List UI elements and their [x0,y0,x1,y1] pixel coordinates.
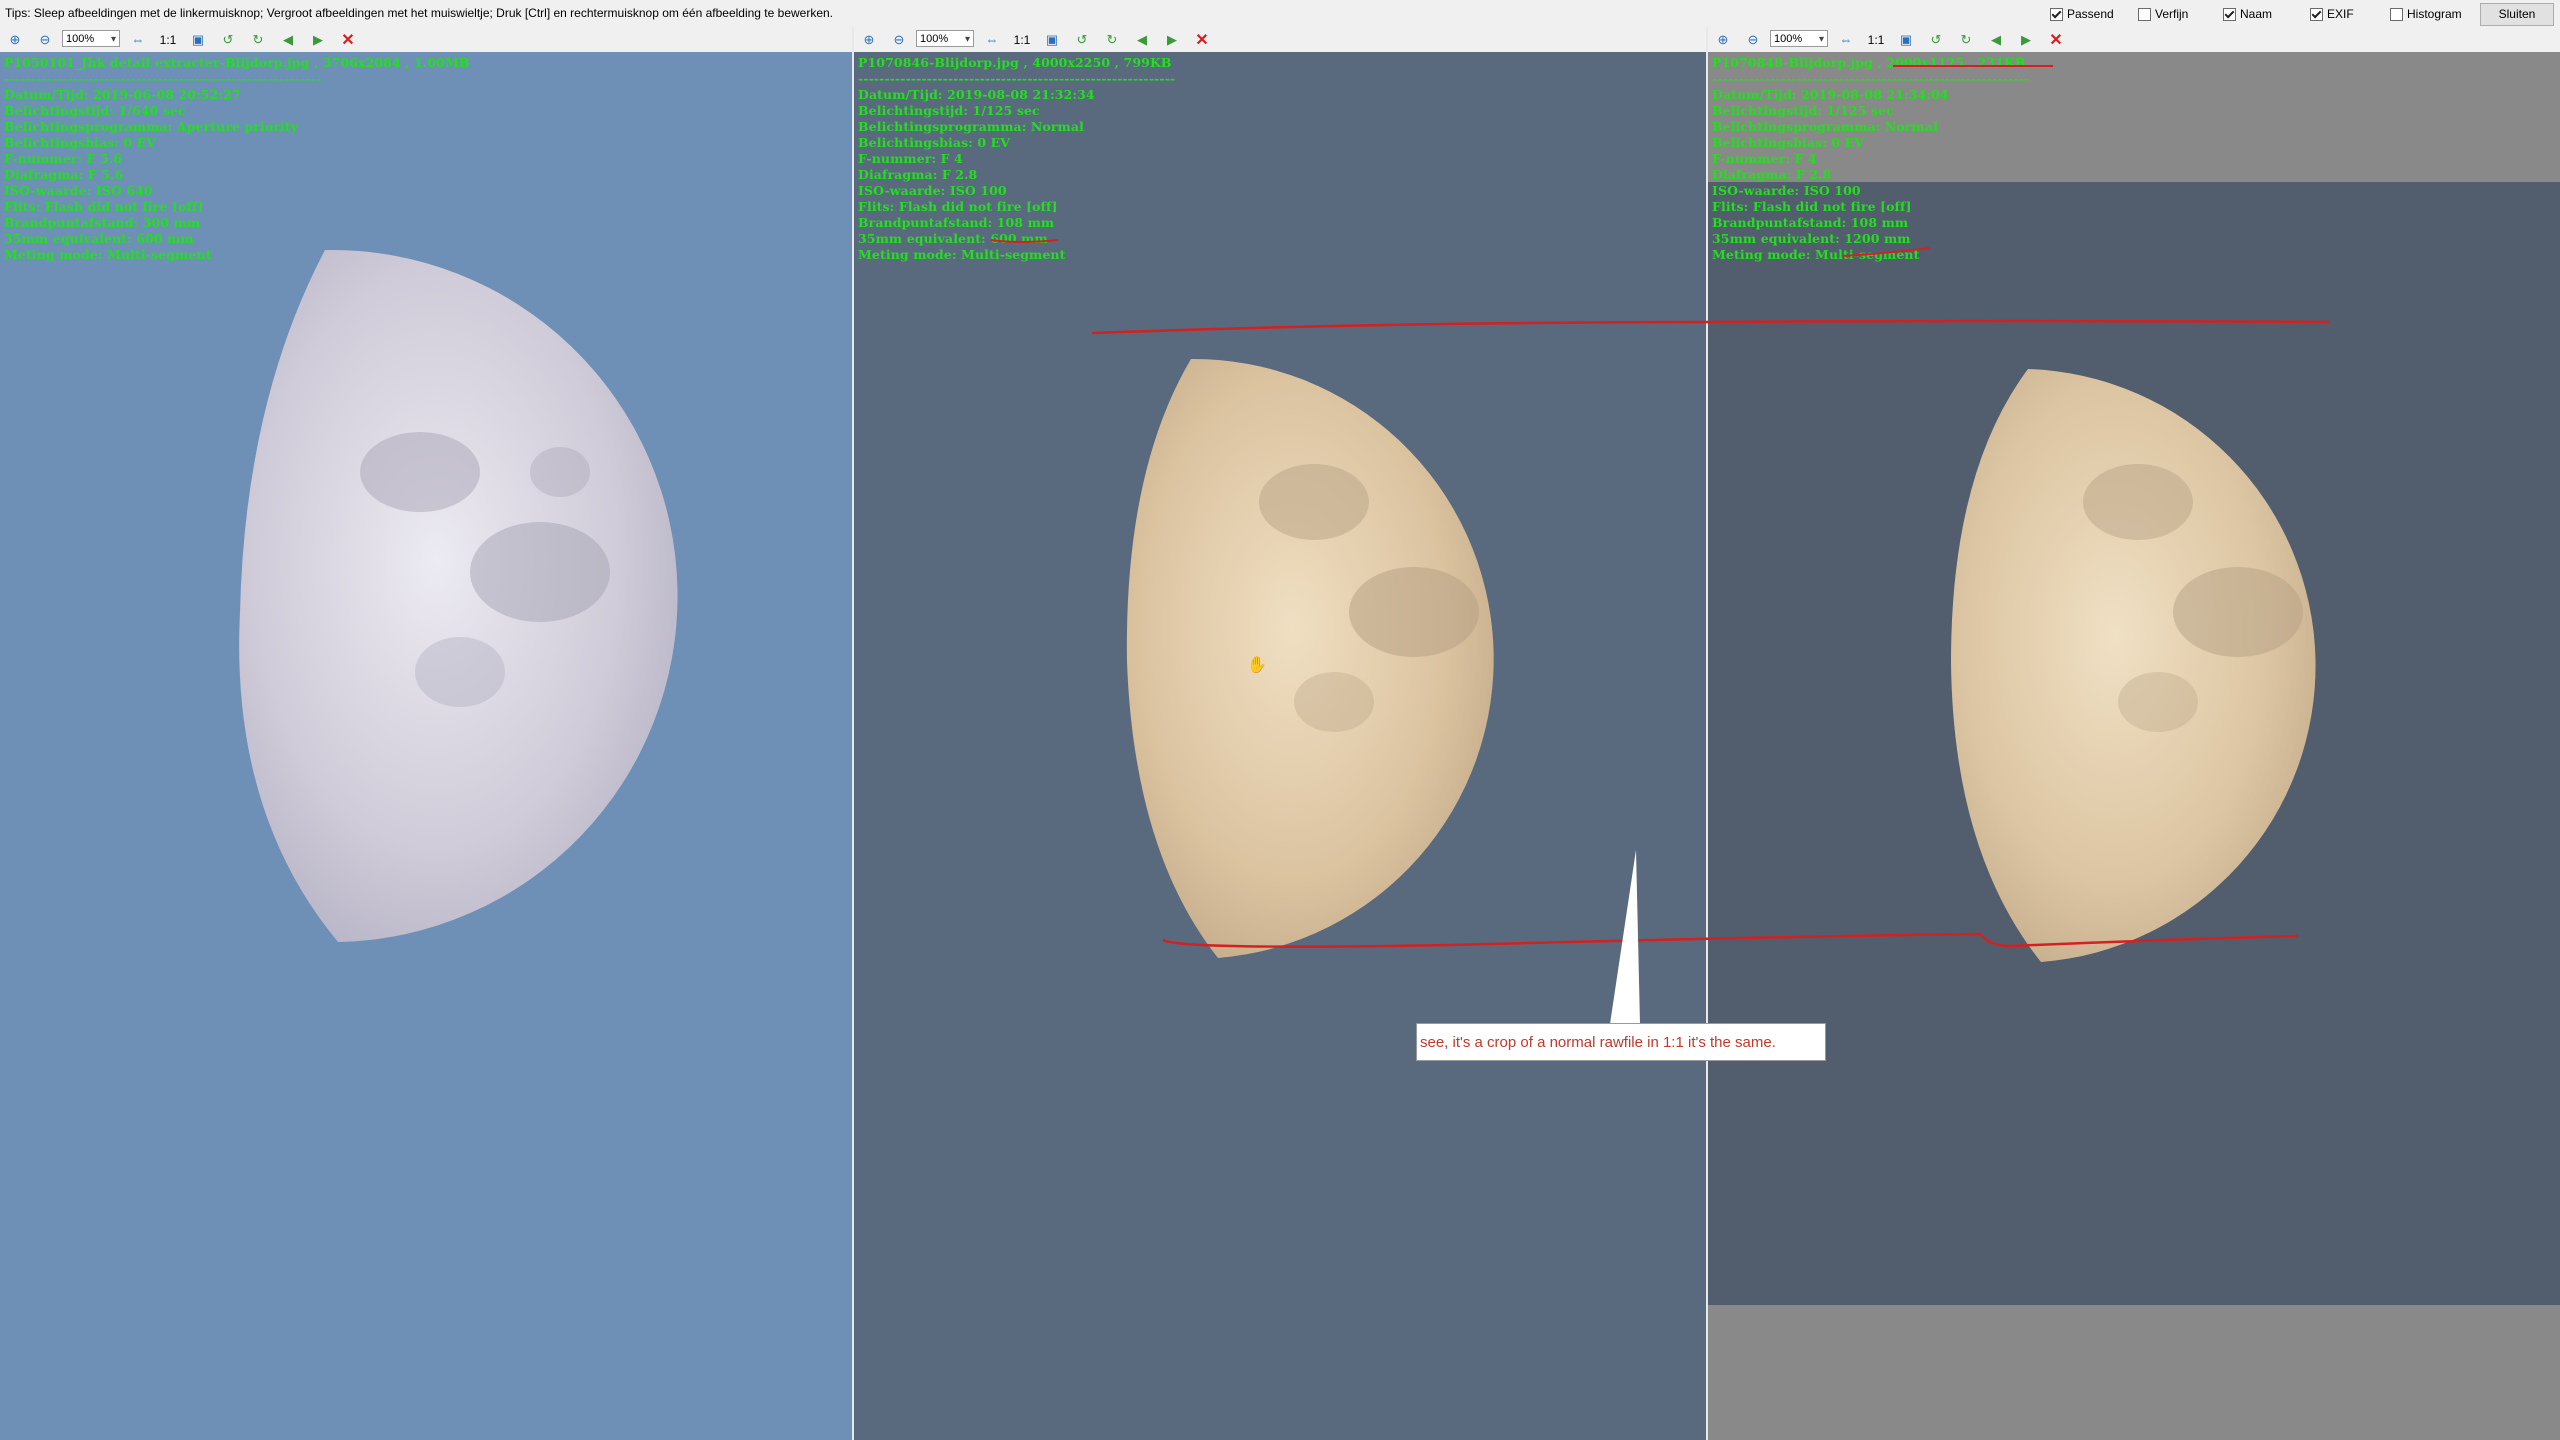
annotation-layer [990,65,2331,1024]
underline-600mm [990,239,1059,243]
underline-1200mm [1842,247,1931,257]
callout-pointer [1610,850,1640,1024]
top-alignment-line [1091,319,2331,335]
annotation-callout: see, it's a crop of a normal rawfile in … [1416,1023,1826,1061]
bottom-alignment-line [1162,932,2299,948]
